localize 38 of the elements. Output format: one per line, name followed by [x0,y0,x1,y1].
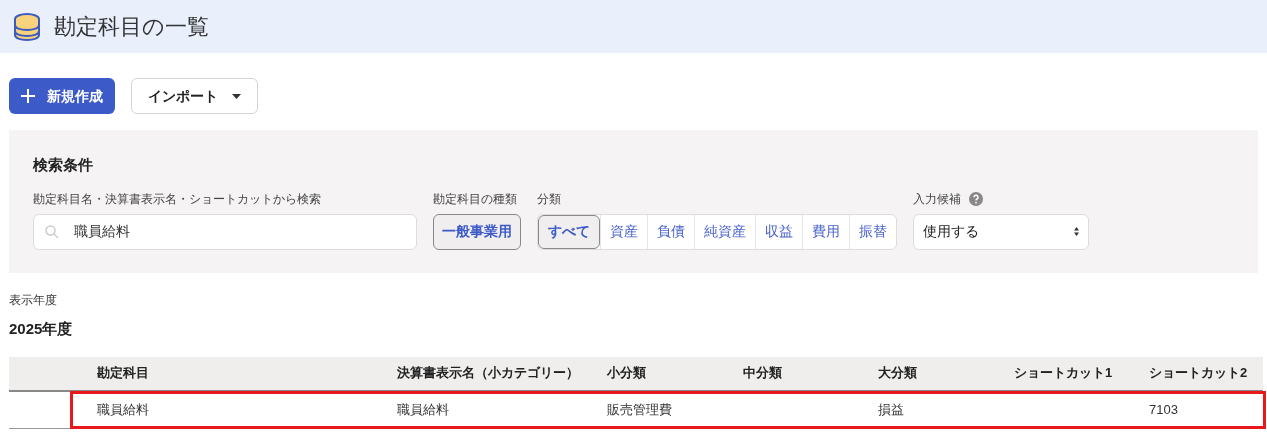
column-header: 小分類 [606,364,647,383]
account-type-button[interactable]: 一般事業用 [433,213,521,250]
field-label: 勘定科目名・決算書表示名・ショートカットから検索 [33,190,322,208]
search-title: 検索条件 [33,155,94,175]
field-label: 入力候補 [913,190,961,208]
search-field[interactable]: 職員給料 [33,213,417,250]
field-label: 勘定科目の種類 [433,190,518,208]
table-cell: 職員給料 [97,401,149,417]
column-header: ショートカット2 [1148,364,1249,383]
year-label: 表示年度 [9,292,58,309]
column-header: ショートカット1 [1013,364,1114,383]
new-button[interactable]: 新規作成 [9,78,115,114]
category-tab[interactable]: 収益 [755,214,802,249]
sort-icon [1074,227,1079,236]
column-header: 決算書表示名（小カテゴリー） [396,364,580,383]
year-value: 2025年度 [9,319,74,339]
category-tab[interactable]: すべて [538,214,600,249]
import-button[interactable]: インポート [131,78,258,114]
category-tab[interactable]: 資産 [600,214,647,249]
category-tab[interactable]: 費用 [802,214,849,249]
table-cell: 損益 [878,401,904,417]
category-tab[interactable]: 負債 [647,214,694,249]
category-tab[interactable]: 振替 [849,214,896,249]
table-cell: 7103 [1149,401,1178,417]
search-icon [45,224,59,239]
column-header: 大分類 [877,364,918,383]
field-label: 分類 [537,190,562,208]
suggest-select[interactable]: 使用する [913,213,1089,250]
column-header: 勘定科目 [96,364,150,383]
table-cell: 販売管理費 [607,401,672,417]
help-icon[interactable] [969,191,983,206]
table-cell: 職員給料 [397,401,449,417]
plus-icon [21,89,35,103]
caret-icon [232,93,241,99]
column-header: 中分類 [742,364,783,383]
page-title: 勘定科目の一覧 [54,13,209,41]
database-icon [12,11,42,42]
category-tab[interactable]: 純資産 [694,214,755,249]
